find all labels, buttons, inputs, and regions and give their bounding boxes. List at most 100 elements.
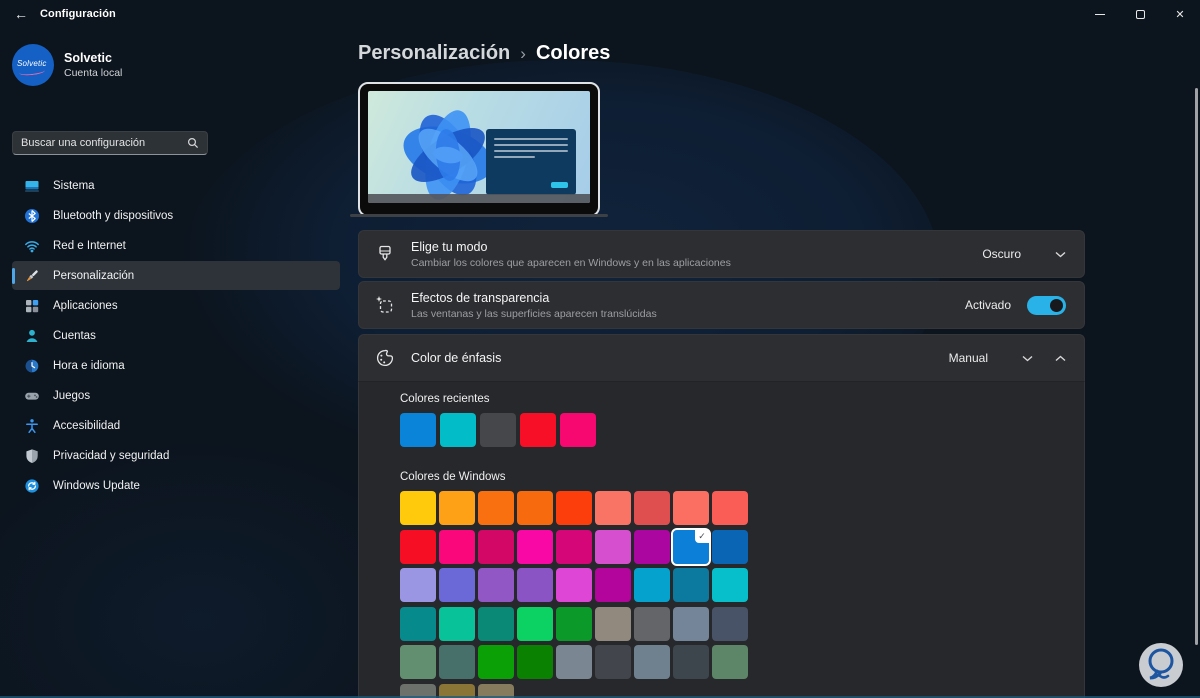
mode-selected-value[interactable]: Oscuro (982, 247, 1021, 261)
windows-color-swatch[interactable] (517, 606, 553, 641)
account-type: Cuenta local (64, 67, 123, 79)
windows-color-swatch[interactable] (712, 491, 748, 525)
windows-color-swatch[interactable] (556, 606, 592, 641)
scrollbar[interactable] (1195, 88, 1198, 645)
sidebar-item-red-e-internet[interactable]: Red e Internet (12, 231, 340, 260)
windows-color-swatch[interactable] (595, 491, 631, 525)
recent-color-swatch[interactable] (480, 413, 516, 447)
sidebar-item-windows-update[interactable]: Windows Update (12, 471, 340, 500)
sidebar-item-label: Juegos (53, 389, 91, 402)
account-row[interactable]: Solvetic Solvetic Cuenta local (12, 44, 350, 86)
windows-color-swatch[interactable] (673, 568, 709, 602)
chevron-down-icon[interactable] (1055, 251, 1066, 258)
windows-colors-label: Colores de Windows (400, 471, 506, 483)
windows-color-swatch[interactable] (400, 529, 436, 564)
preview-dark-window (486, 129, 576, 195)
recent-colors-grid (400, 413, 1084, 447)
sidebar-item-bluetooth-y-dispositivos[interactable]: Bluetooth y dispositivos (12, 201, 340, 230)
recent-color-swatch[interactable] (400, 413, 436, 447)
windows-color-swatch[interactable] (439, 645, 475, 679)
recent-color-swatch[interactable] (520, 413, 556, 447)
windows-color-swatch[interactable] (634, 568, 670, 602)
windows-color-swatch[interactable] (439, 568, 475, 602)
windows-color-swatch[interactable] (595, 529, 631, 564)
windows-color-swatch[interactable] (595, 606, 631, 641)
windows-color-swatch-selected[interactable]: ✓ (671, 527, 711, 566)
windows-color-swatch[interactable] (478, 568, 514, 602)
paintbrush-icon (24, 268, 40, 284)
windows-color-swatch[interactable] (517, 491, 553, 525)
sidebar-item-label: Aplicaciones (53, 299, 118, 312)
palette-icon (376, 349, 394, 367)
windows-color-swatch[interactable] (712, 606, 748, 641)
windows-color-swatch[interactable] (556, 491, 592, 525)
transparency-row[interactable]: Efectos de transparencia Las ventanas y … (358, 281, 1085, 329)
search-icon (187, 137, 199, 149)
windows-color-swatch[interactable] (517, 529, 553, 564)
accent-color-row[interactable]: Color de énfasis Manual (358, 334, 1085, 381)
sidebar-item-privacidad-y-seguridad[interactable]: Privacidad y seguridad (12, 441, 340, 470)
sidebar-item-sistema[interactable]: Sistema (12, 171, 340, 200)
windows-color-swatch[interactable] (517, 568, 553, 602)
windows-color-swatch[interactable] (478, 491, 514, 525)
windows-color-swatch[interactable] (517, 645, 553, 679)
breadcrumb-parent[interactable]: Personalización (358, 42, 510, 65)
sidebar-item-personalizaci-n[interactable]: Personalización (12, 261, 340, 290)
windows-color-swatch[interactable] (400, 606, 436, 641)
clock-globe-icon (24, 358, 40, 374)
chevron-down-icon[interactable] (1022, 355, 1033, 362)
windows-color-swatch[interactable] (439, 491, 475, 525)
sidebar-item-label: Accesibilidad (53, 419, 121, 432)
transparency-toggle[interactable] (1027, 295, 1066, 315)
wifi-icon (24, 238, 40, 254)
sidebar-item-label: Cuentas (53, 329, 96, 342)
sidebar-nav: Sistema Bluetooth y dispositivos Red e Int… (4, 170, 346, 501)
windows-color-swatch[interactable] (556, 568, 592, 602)
sidebar-item-aplicaciones[interactable]: Aplicaciones (12, 291, 340, 320)
windows-color-swatch[interactable] (634, 529, 670, 564)
back-arrow-icon[interactable]: ← (6, 6, 36, 22)
laptop-base (350, 214, 608, 217)
windows-color-swatch[interactable] (439, 606, 475, 641)
windows-color-swatch[interactable] (634, 645, 670, 679)
windows-color-swatch[interactable] (478, 606, 514, 641)
windows-color-swatch[interactable] (673, 491, 709, 525)
windows-color-swatch[interactable] (673, 645, 709, 679)
windows-color-swatch[interactable] (712, 529, 748, 564)
choose-mode-row[interactable]: Elige tu modo Cambiar los colores que ap… (358, 230, 1085, 278)
recent-color-swatch[interactable] (440, 413, 476, 447)
windows-color-swatch[interactable] (478, 645, 514, 679)
sidebar-item-label: Sistema (53, 179, 95, 192)
windows-color-swatch[interactable] (400, 491, 436, 525)
theme-preview-screen (368, 91, 590, 203)
windows-color-swatch[interactable] (556, 529, 592, 564)
windows-color-swatch[interactable] (673, 606, 709, 641)
windows-color-swatch[interactable] (478, 529, 514, 564)
windows-color-swatch[interactable] (634, 491, 670, 525)
windows-color-swatch[interactable] (712, 645, 748, 679)
windows-color-swatch[interactable] (595, 645, 631, 679)
maximize-button[interactable] (1120, 0, 1160, 28)
sidebar-item-label: Personalización (53, 269, 135, 282)
sidebar-item-accesibilidad[interactable]: Accesibilidad (12, 411, 340, 440)
accent-color-panel: Colores recientes Colores de Windows ✓ (358, 381, 1085, 698)
windows-color-swatch[interactable] (439, 529, 475, 564)
search-input[interactable]: Buscar una configuración (12, 131, 208, 155)
sidebar-item-juegos[interactable]: Juegos (12, 381, 340, 410)
close-button[interactable]: ✕ (1160, 0, 1200, 28)
sidebar-item-hora-e-idioma[interactable]: Hora e idioma (12, 351, 340, 380)
windows-color-swatch[interactable] (595, 568, 631, 602)
windows-color-swatch[interactable] (400, 645, 436, 679)
windows-color-swatch[interactable] (556, 645, 592, 679)
windows-color-swatch[interactable] (400, 568, 436, 602)
windows-color-swatch[interactable] (634, 606, 670, 641)
chevron-up-icon[interactable] (1055, 355, 1066, 362)
apps-icon (24, 298, 40, 314)
sidebar-item-cuentas[interactable]: Cuentas (12, 321, 340, 350)
recent-color-swatch[interactable] (560, 413, 596, 447)
minimize-button[interactable] (1080, 0, 1120, 28)
windows-color-swatch[interactable] (712, 568, 748, 602)
sidebar-item-label: Privacidad y seguridad (53, 449, 170, 462)
mode-brush-icon (379, 245, 391, 261)
accent-selected-value[interactable]: Manual (949, 351, 988, 365)
